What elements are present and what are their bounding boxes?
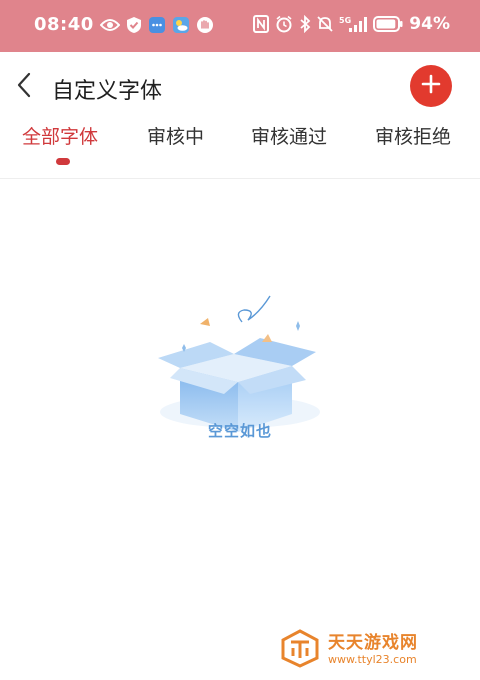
plus-icon bbox=[421, 74, 441, 98]
tab-under-review[interactable]: 审核中 bbox=[147, 122, 204, 149]
alarm-icon bbox=[275, 15, 293, 33]
open-box-icon bbox=[150, 290, 330, 440]
active-tab-indicator bbox=[56, 158, 70, 165]
watermark-url: www.ttyl23.com bbox=[328, 653, 417, 666]
watermark: 天天游戏网 www.ttyl23.com bbox=[280, 628, 418, 672]
watermark-name: 天天游戏网 bbox=[328, 633, 418, 653]
weather-icon bbox=[172, 16, 190, 34]
back-button[interactable] bbox=[10, 70, 38, 104]
battery-percent: 94% bbox=[409, 14, 450, 34]
page: 08:40 5G 94% 自定义字体 全部字体 审核中 审核通过 审核拒绝 空空… bbox=[0, 0, 480, 680]
status-left: 08:40 bbox=[34, 14, 214, 35]
title-bar: 自定义字体 bbox=[0, 52, 480, 122]
tab-rejected[interactable]: 审核拒绝 bbox=[375, 122, 451, 149]
hand-icon bbox=[196, 16, 214, 34]
divider bbox=[0, 178, 480, 179]
shield-check-icon bbox=[126, 16, 142, 34]
status-right: 5G 94% bbox=[253, 14, 450, 34]
battery-icon bbox=[373, 16, 403, 32]
tab-all-fonts[interactable]: 全部字体 bbox=[22, 122, 98, 149]
add-font-button[interactable] bbox=[410, 65, 452, 107]
signal-icon: 5G bbox=[339, 15, 368, 33]
watermark-logo-icon bbox=[280, 628, 320, 672]
message-icon bbox=[148, 16, 166, 34]
mute-icon bbox=[317, 15, 333, 33]
network-label: 5G bbox=[339, 16, 351, 25]
bluetooth-icon bbox=[299, 15, 311, 33]
empty-state-text: 空空如也 bbox=[207, 422, 272, 440]
status-time: 08:40 bbox=[34, 14, 94, 35]
watermark-text: 天天游戏网 www.ttyl23.com bbox=[328, 633, 418, 667]
page-title: 自定义字体 bbox=[52, 79, 163, 104]
chevron-left-icon bbox=[16, 72, 32, 102]
nfc-icon bbox=[253, 15, 270, 33]
tab-approved[interactable]: 审核通过 bbox=[251, 122, 327, 149]
tab-bar: 全部字体 审核中 审核通过 审核拒绝 bbox=[0, 122, 480, 178]
eye-icon bbox=[99, 18, 120, 32]
status-bar: 08:40 5G 94% bbox=[0, 0, 480, 52]
